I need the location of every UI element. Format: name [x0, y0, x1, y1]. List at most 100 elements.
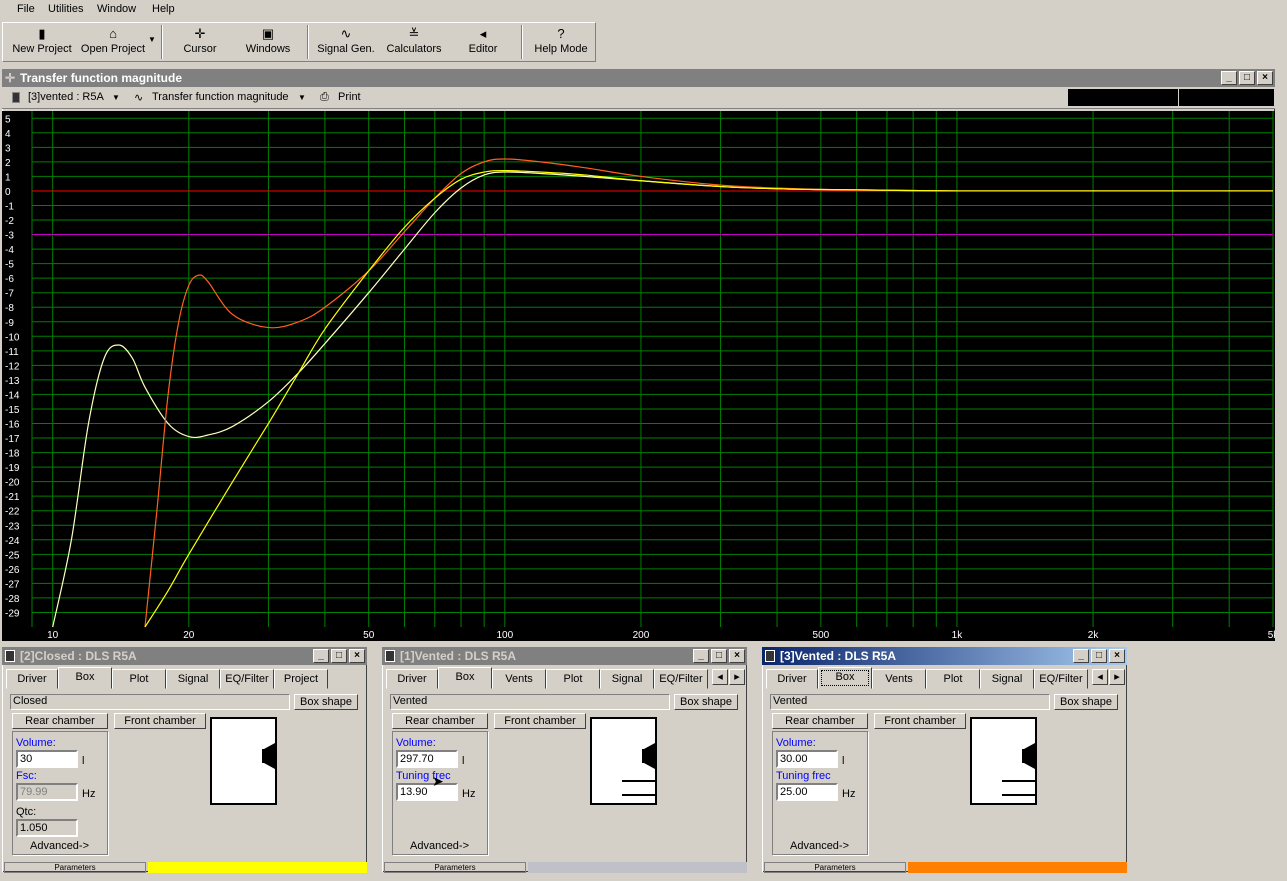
box-shape-button[interactable]: Box shape — [1054, 694, 1118, 710]
rear-chamber-button[interactable]: Rear chamber — [772, 713, 868, 729]
open-project-dropdown-icon[interactable]: ▼ — [148, 35, 156, 44]
advanced-button[interactable]: Advanced-> — [30, 840, 89, 852]
close-button[interactable]: × — [349, 649, 365, 663]
menu-utilities[interactable]: Utilities — [48, 3, 83, 15]
project-dropdown-icon[interactable]: ▼ — [112, 93, 120, 102]
tab-plot[interactable]: Plot — [112, 669, 166, 689]
closed-window-titlebar[interactable]: [2]Closed : DLS R5A _ □ × — [2, 647, 367, 665]
crosshair-icon: ✛ — [5, 71, 16, 85]
editor-button[interactable]: ◂ Editor — [461, 25, 505, 61]
x-tick-label: 500 — [813, 630, 830, 641]
tab-eq-filter[interactable]: EQ/Filter — [654, 669, 708, 689]
minimize-button[interactable]: _ — [1221, 71, 1237, 85]
transfer-function-chart[interactable]: 543210-1-2-3-4-5-6-7-8-9-10-11-12-13-14-… — [2, 111, 1275, 641]
tab-signal[interactable]: Signal — [980, 669, 1034, 689]
vented3-window-titlebar[interactable]: [3]Vented : DLS R5A _ □ × — [762, 647, 1127, 665]
close-button[interactable]: × — [729, 649, 745, 663]
new-project-button[interactable]: ▮ New Project — [11, 25, 73, 61]
box-type-label: Vented — [770, 694, 1050, 710]
tab-driver[interactable]: Driver — [386, 669, 438, 689]
y-tick-label: -17 — [5, 434, 20, 445]
tab-driver[interactable]: Driver — [6, 669, 58, 689]
y-tick-label: -2 — [5, 216, 14, 227]
tab-scroll-right-icon[interactable]: ▸ — [729, 669, 745, 685]
plot-type-select[interactable]: Transfer function magnitude — [152, 91, 289, 103]
y-tick-label: -25 — [5, 550, 20, 561]
menu-file[interactable]: File — [17, 3, 35, 15]
tab-box[interactable]: Box — [438, 667, 492, 689]
maximize-button[interactable]: □ — [711, 649, 727, 663]
x-tick-label: 1k — [952, 630, 964, 641]
graph-window-titlebar[interactable]: ✛ Transfer function magnitude _ □ × — [2, 69, 1275, 87]
menu-window[interactable]: Window — [97, 3, 136, 15]
y-tick-label: -6 — [5, 274, 14, 285]
tab-plot[interactable]: Plot — [926, 669, 980, 689]
tab-scroll-left-icon[interactable]: ◂ — [712, 669, 728, 685]
tab-driver[interactable]: Driver — [766, 669, 818, 689]
box-shape-button[interactable]: Box shape — [294, 694, 358, 710]
box-shape-preview — [970, 717, 1037, 805]
tab-scroll-right-icon[interactable]: ▸ — [1109, 669, 1125, 685]
box-shape-button[interactable]: Box shape — [674, 694, 738, 710]
volume-field[interactable]: 30 — [16, 750, 78, 768]
minimize-button[interactable]: _ — [1073, 649, 1089, 663]
y-tick-label: 2 — [5, 158, 11, 169]
volume-field[interactable]: 30.00 — [776, 750, 838, 768]
tuning-field[interactable]: 25.00 — [776, 783, 838, 801]
project-select[interactable]: [3]vented : R5A — [28, 91, 104, 103]
print-button[interactable]: Print — [338, 91, 361, 103]
advanced-button[interactable]: Advanced-> — [790, 840, 849, 852]
volume-label: Volume: — [396, 737, 436, 749]
calculators-button[interactable]: ≚ Calculators — [383, 25, 445, 61]
vented1-window-titlebar[interactable]: [1]Vented : DLS R5A _ □ × — [382, 647, 747, 665]
y-tick-label: 0 — [5, 187, 11, 198]
maximize-button[interactable]: □ — [1091, 649, 1107, 663]
tab-project[interactable]: Project — [274, 669, 328, 689]
front-chamber-button[interactable]: Front chamber — [874, 713, 966, 729]
front-chamber-button[interactable]: Front chamber — [114, 713, 206, 729]
y-tick-label: -19 — [5, 463, 20, 474]
maximize-button[interactable]: □ — [331, 649, 347, 663]
new-project-icon: ▮ — [38, 26, 46, 41]
tab-vents[interactable]: Vents — [872, 669, 926, 689]
project-icon — [12, 92, 20, 103]
front-chamber-button[interactable]: Front chamber — [494, 713, 586, 729]
signal-gen-button[interactable]: ∿ Signal Gen. — [315, 25, 377, 61]
minimize-button[interactable]: _ — [313, 649, 329, 663]
tab-scroll-left-icon[interactable]: ◂ — [1092, 669, 1108, 685]
minimize-button[interactable]: _ — [693, 649, 709, 663]
tab-signal[interactable]: Signal — [600, 669, 654, 689]
y-tick-label: -21 — [5, 492, 20, 503]
y-tick-label: -15 — [5, 405, 20, 416]
maximize-button[interactable]: □ — [1239, 71, 1255, 85]
volume-field[interactable]: 297.70 — [396, 750, 458, 768]
project-icon — [765, 650, 775, 662]
open-project-button[interactable]: ⌂ Open Project — [77, 25, 149, 61]
tab-box[interactable]: Box — [818, 667, 872, 689]
rear-chamber-button[interactable]: Rear chamber — [392, 713, 488, 729]
tab-eq-filter[interactable]: EQ/Filter — [1034, 669, 1088, 689]
menu-help[interactable]: Help — [152, 3, 175, 15]
project-icon — [5, 650, 15, 662]
close-button[interactable]: × — [1257, 71, 1273, 85]
box-shape-preview — [590, 717, 657, 805]
tuning-field[interactable]: 13.90 — [396, 783, 458, 801]
fsc-unit: Hz — [82, 788, 96, 800]
toolbar-separator — [161, 25, 163, 59]
x-tick-label: 200 — [633, 630, 650, 641]
close-button[interactable]: × — [1109, 649, 1125, 663]
windows-button[interactable]: ▣ Windows — [241, 25, 295, 61]
plot-type-dropdown-icon[interactable]: ▼ — [298, 93, 306, 102]
help-mode-button[interactable]: ? Help Mode — [531, 25, 591, 61]
cursor-icon: ✛ — [194, 26, 206, 41]
cursor-button[interactable]: ✛ Cursor — [175, 25, 225, 61]
y-tick-label: 3 — [5, 143, 11, 154]
y-tick-label: 1 — [5, 172, 11, 183]
tab-signal[interactable]: Signal — [166, 669, 220, 689]
rear-chamber-button[interactable]: Rear chamber — [12, 713, 108, 729]
tab-eq-filter[interactable]: EQ/Filter — [220, 669, 274, 689]
tab-plot[interactable]: Plot — [546, 669, 600, 689]
advanced-button[interactable]: Advanced-> — [410, 840, 469, 852]
tab-vents[interactable]: Vents — [492, 669, 546, 689]
tab-box[interactable]: Box — [58, 667, 112, 689]
